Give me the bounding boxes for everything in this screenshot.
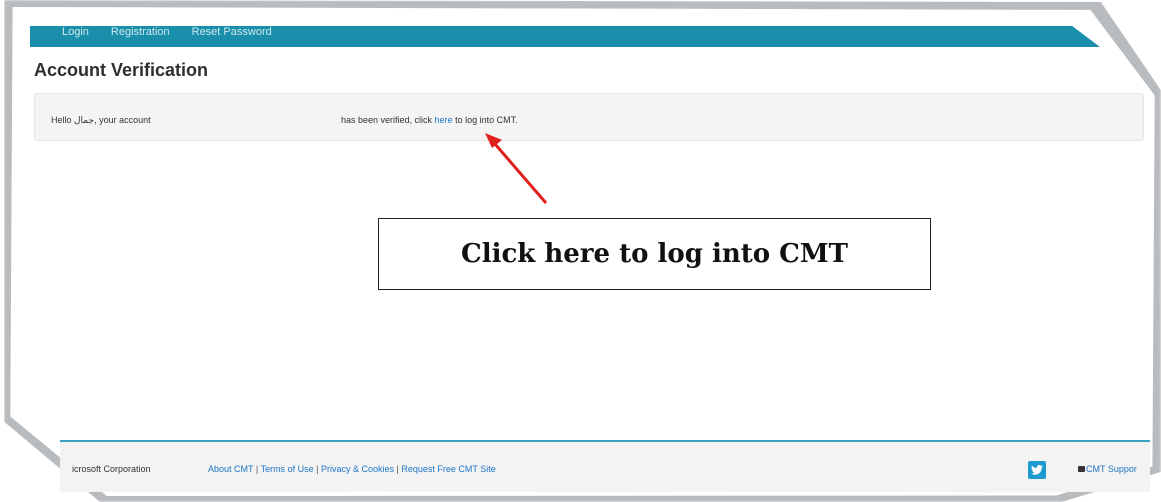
login-here-link[interactable]: here bbox=[435, 115, 453, 125]
footer-separator: | bbox=[316, 464, 319, 474]
support-label: CMT Suppor bbox=[1086, 464, 1137, 474]
footer-request-site-link[interactable]: Request Free CMT Site bbox=[401, 464, 495, 474]
footer-separator: | bbox=[396, 464, 399, 474]
twitter-icon[interactable] bbox=[1028, 461, 1046, 479]
verification-message-box: Hello جمال, your account has been verifi… bbox=[34, 93, 1144, 141]
verification-greeting: Hello جمال, your account bbox=[51, 115, 151, 125]
page-title: Account Verification bbox=[34, 60, 209, 80]
verification-status-prefix: has been verified, click bbox=[341, 115, 435, 125]
verification-status: has been verified, click here to log int… bbox=[341, 115, 518, 125]
footer-copyright: icrosoft Corporation bbox=[72, 464, 151, 474]
footer-links: About CMT | Terms of Use | Privacy & Coo… bbox=[208, 464, 496, 474]
callout-text: Click here to log into CMT bbox=[461, 239, 848, 269]
footer: icrosoft Corporation About CMT | Terms o… bbox=[60, 442, 1150, 492]
footer-about-link[interactable]: About CMT bbox=[208, 464, 253, 474]
callout-box: Click here to log into CMT bbox=[378, 218, 931, 290]
nav-login[interactable]: Login bbox=[62, 26, 89, 38]
verification-status-suffix: to log into CMT. bbox=[452, 115, 518, 125]
nav-registration[interactable]: Registration bbox=[111, 26, 170, 38]
nav-reset-password[interactable]: Reset Password bbox=[192, 26, 272, 38]
footer-terms-link[interactable]: Terms of Use bbox=[261, 464, 314, 474]
support-link[interactable]: CMT Suppor bbox=[1078, 464, 1137, 474]
footer-separator: | bbox=[255, 464, 259, 474]
twitter-bird-glyph bbox=[1031, 465, 1043, 475]
footer-privacy-link[interactable]: Privacy & Cookies bbox=[321, 464, 394, 474]
envelope-icon bbox=[1078, 466, 1085, 472]
top-nav: Login Registration Reset Password bbox=[30, 26, 1100, 47]
